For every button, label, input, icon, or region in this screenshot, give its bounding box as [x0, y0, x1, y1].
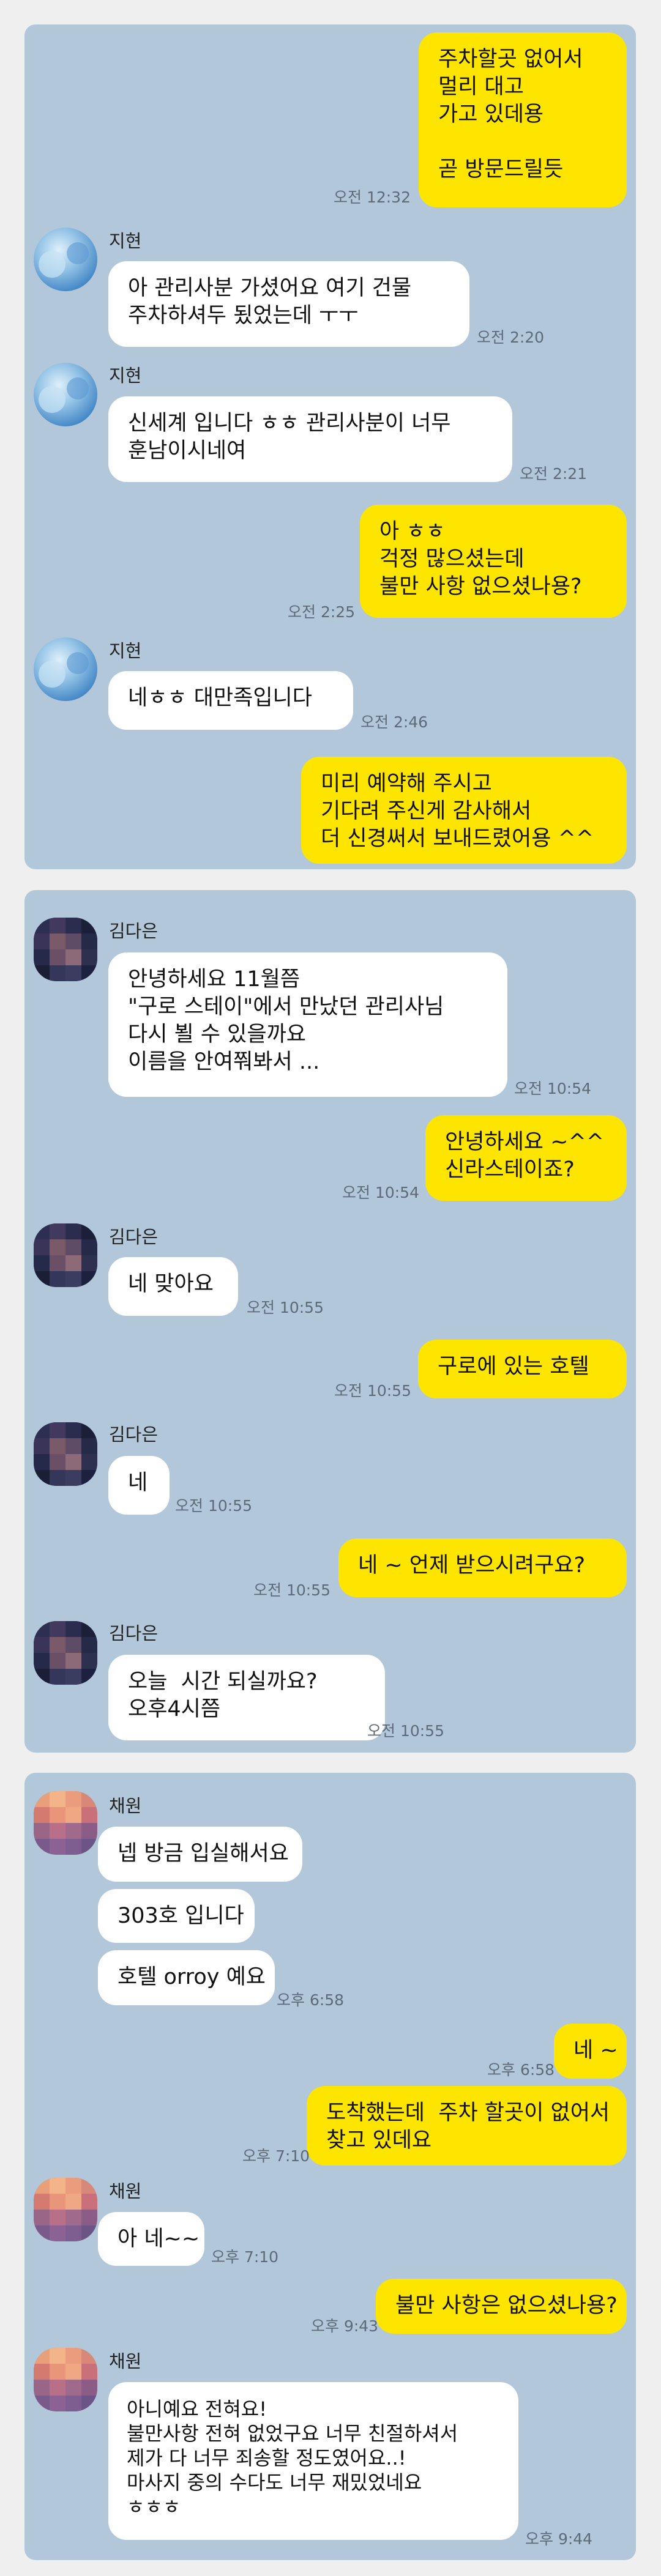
received-message-bubble[interactable]: 아 관리사분 가셨어요 여기 건물 주차하셔두 됬었는데 ㅜㅜ — [108, 261, 469, 347]
message-time: 오전 10:55 — [253, 1581, 330, 1599]
received-message-bubble[interactable]: 아 네~~ — [98, 2212, 204, 2266]
avatar[interactable] — [34, 228, 97, 291]
avatar[interactable] — [34, 2178, 97, 2241]
sender-name: 지현 — [109, 365, 142, 386]
received-message-bubble[interactable]: 네ㅎㅎ 대만족입니다 — [108, 671, 353, 730]
avatar-image — [34, 637, 97, 701]
avatar[interactable] — [34, 363, 97, 426]
sender-name: 채원 — [109, 1795, 142, 1816]
my-message-bubble[interactable]: 주차할곳 없어서 멀리 대고 가고 있데용 곧 방문드릴듯 — [419, 32, 627, 207]
message-time: 오후 6:58 — [277, 1991, 345, 2009]
received-message-bubble[interactable]: 네 — [108, 1456, 170, 1515]
message-time: 오전 10:54 — [342, 1184, 419, 1201]
avatar-image — [34, 228, 97, 291]
avatar[interactable] — [34, 637, 97, 701]
received-message-bubble[interactable]: 호텔 orroy 예요 — [98, 1950, 275, 2005]
my-message-bubble[interactable]: 미리 예약해 주시고 기다려 주신게 감사해서 더 신경써서 보내드렸어용 ^^ — [301, 757, 627, 864]
avatar[interactable] — [34, 1791, 97, 1855]
sender-name: 지현 — [109, 640, 142, 661]
my-message-bubble[interactable]: 불만 사항은 없으셨나용? — [376, 2279, 627, 2334]
message-time: 오전 2:20 — [477, 328, 545, 346]
avatar-image — [34, 1791, 97, 1855]
avatar-image — [34, 363, 97, 426]
message-time: 오후 7:10 — [242, 2147, 310, 2165]
message-time: 오전 10:54 — [514, 1080, 591, 1097]
received-message-bubble[interactable]: 아니예요 전혀요! 불만사항 전혀 없었구요 너무 친절하셔서 제가 다 너무 … — [108, 2382, 518, 2540]
sender-name: 지현 — [109, 231, 142, 251]
message-time: 오전 2:21 — [520, 465, 588, 483]
my-message-bubble[interactable]: 안녕하세요 ~^^ 신라스테이죠? — [425, 1115, 627, 1201]
message-time: 오전 10:55 — [334, 1382, 411, 1400]
chat-screenshot-1: 주차할곳 없어서 멀리 대고 가고 있데용 곧 방문드릴듯 오전 12:32 지… — [24, 24, 636, 869]
my-message-bubble[interactable]: 아 ㅎㅎ 걱정 많으셨는데 불만 사항 없으셨나용? — [360, 505, 627, 618]
message-time: 오전 10:55 — [175, 1497, 252, 1515]
message-time: 오전 2:25 — [288, 603, 356, 621]
avatar[interactable] — [34, 2348, 97, 2411]
avatar-image — [34, 1422, 97, 1486]
avatar[interactable] — [34, 1621, 97, 1685]
sender-name: 김다은 — [109, 1227, 159, 1247]
received-message-bubble[interactable]: 신세계 입니다 ㅎㅎ 관리사분이 너무 훈남이시네여 — [108, 396, 512, 482]
message-time: 오전 10:55 — [247, 1299, 324, 1316]
chat-screenshot-3: 채원 넵 방금 입실해서요 303호 입니다 호텔 orroy 예요 오후 6:… — [24, 1773, 636, 2560]
avatar-image — [34, 2348, 97, 2411]
message-time: 오전 12:32 — [334, 188, 411, 206]
received-message-bubble[interactable]: 넵 방금 입실해서요 — [98, 1827, 302, 1882]
my-message-bubble[interactable]: 구로에 있는 호텔 — [418, 1340, 627, 1398]
received-message-bubble[interactable]: 네 맞아요 — [108, 1257, 238, 1316]
sender-name: 김다은 — [109, 1424, 159, 1445]
my-message-bubble[interactable]: 네 ~ 언제 받으시려구요? — [338, 1539, 627, 1597]
avatar-image — [34, 2178, 97, 2241]
avatar[interactable] — [34, 1223, 97, 1287]
message-time: 오전 2:46 — [360, 713, 428, 731]
avatar[interactable] — [34, 1422, 97, 1486]
my-message-bubble[interactable]: 네 ~ — [554, 2024, 627, 2079]
sender-name: 채원 — [109, 2181, 142, 2202]
message-time: 오후 9:43 — [311, 2317, 379, 2335]
message-time: 오전 10:55 — [367, 1722, 444, 1740]
avatar-image — [34, 1223, 97, 1287]
chat-screenshot-2: 김다은 안녕하세요 11월쯤 "구로 스테이"에서 만났던 관리사님 다시 뵐 … — [24, 890, 636, 1753]
received-message-bubble[interactable]: 303호 입니다 — [98, 1889, 255, 1943]
sender-name: 채원 — [109, 2351, 142, 2372]
avatar-image — [34, 918, 97, 981]
received-message-bubble[interactable]: 오늘 시간 되실까요? 오후4시쯤 — [108, 1655, 385, 1740]
message-time: 오후 7:10 — [211, 2248, 279, 2266]
sender-name: 김다은 — [109, 921, 159, 941]
avatar-image — [34, 1621, 97, 1685]
message-time: 오후 6:58 — [487, 2061, 555, 2079]
avatar[interactable] — [34, 918, 97, 981]
my-message-bubble[interactable]: 도착했는데 주차 할곳이 없어서 찾고 있데요 — [307, 2086, 627, 2166]
sender-name: 김다은 — [109, 1623, 159, 1644]
message-time: 오후 9:44 — [525, 2530, 593, 2548]
received-message-bubble[interactable]: 안녕하세요 11월쯤 "구로 스테이"에서 만났던 관리사님 다시 뵐 수 있을… — [108, 952, 507, 1097]
